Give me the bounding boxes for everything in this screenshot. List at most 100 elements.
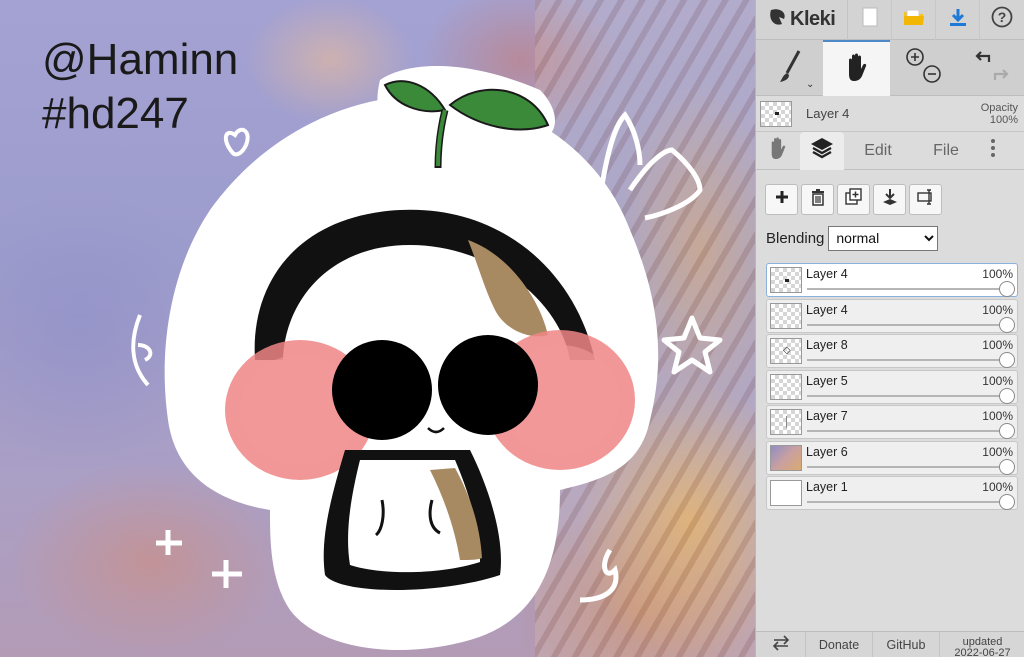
tool-row: ⌄: [756, 40, 1024, 96]
zoom-tool-button[interactable]: [890, 40, 957, 96]
layer-opacity-slider-handle[interactable]: [999, 387, 1015, 404]
brush-tool-button[interactable]: ⌄: [756, 40, 823, 96]
left-eye: [332, 340, 432, 440]
undo-redo-button[interactable]: [957, 40, 1024, 96]
current-layer-info: Layer 4 Opacity 100%: [756, 96, 1024, 132]
layer-row[interactable]: Layer 1 100%: [766, 476, 1018, 510]
delete-layer-icon: [810, 188, 826, 211]
blending-label: Blending: [766, 229, 825, 247]
swap-side-button[interactable]: [756, 631, 806, 657]
delete-layer-button[interactable]: [801, 183, 834, 215]
layer-opacity-value: 100%: [982, 373, 1013, 388]
tab-layers[interactable]: [800, 131, 844, 170]
donate-link[interactable]: Donate: [806, 631, 873, 657]
kleki-logo[interactable]: Kleki: [756, 0, 848, 40]
layer-opacity-value: 100%: [982, 480, 1013, 494]
layer-row[interactable]: Layer 4 100%: [766, 263, 1018, 297]
layer-opacity-slider-track[interactable]: [807, 430, 1003, 432]
watermark-tag: #hd247: [42, 89, 189, 138]
help-icon: ?: [991, 6, 1013, 33]
layer-opacity-slider-handle[interactable]: [999, 352, 1015, 368]
tab-file[interactable]: File: [912, 132, 980, 170]
open-image-button[interactable]: [892, 0, 936, 40]
zoom-icon: [904, 46, 944, 91]
layer-opacity-value: 100%: [982, 338, 1013, 352]
blending-row: Blending normal: [756, 223, 1024, 253]
duplicate-layer-button[interactable]: [837, 183, 870, 215]
drawing-canvas[interactable]: @Haminn #hd247: [0, 0, 755, 657]
rename-layer-button[interactable]: [909, 183, 942, 215]
layer-thumbnail: [770, 302, 802, 329]
layer-thumbnail: [770, 444, 802, 471]
layer-opacity-slider-track[interactable]: [807, 465, 1003, 468]
layer-thumbnail: [770, 409, 802, 435]
layer-opacity-value: 100%: [982, 409, 1013, 423]
help-button[interactable]: ?: [980, 0, 1024, 40]
doodle-plus-1: [156, 530, 182, 555]
app-name: Kleki: [790, 8, 836, 30]
github-link[interactable]: GitHub: [873, 631, 940, 657]
layer-opacity-slider-handle[interactable]: [999, 316, 1015, 333]
layer-thumbnail: [770, 267, 802, 293]
layer-opacity-value: 100%: [982, 302, 1013, 317]
undo-redo-icon: [969, 46, 1013, 91]
layer-opacity-slider-track[interactable]: [807, 323, 1003, 326]
layer-row[interactable]: ◇ Layer 8 100%: [766, 334, 1018, 368]
watermark-handle: @Haminn: [42, 35, 239, 84]
swap-arrows-icon: [771, 635, 791, 654]
chevron-down-icon[interactable]: ⌄: [806, 79, 814, 90]
new-image-button[interactable]: [848, 0, 892, 40]
download-icon: [948, 7, 968, 32]
layer-opacity-slider-handle[interactable]: [999, 281, 1015, 297]
layers-icon: [810, 137, 834, 164]
kleki-logo-icon: [768, 7, 788, 32]
vertical-dots-icon: [990, 138, 996, 163]
blending-mode-select[interactable]: normal: [828, 225, 939, 251]
hand-tool-button[interactable]: [823, 40, 890, 96]
layer-row[interactable]: Layer 6 100%: [766, 440, 1018, 475]
more-menu-button[interactable]: [980, 132, 1006, 170]
merge-down-icon: [881, 188, 899, 211]
add-layer-button[interactable]: [765, 183, 798, 215]
brush-icon: [777, 49, 803, 88]
layer-opacity-slider-track[interactable]: [807, 394, 1003, 397]
save-image-button[interactable]: [936, 0, 980, 40]
rename-layer-icon: [916, 188, 935, 211]
open-folder-icon: [903, 8, 925, 31]
current-layer-name: Layer 4: [806, 106, 850, 121]
doodle-lines: [599, 111, 643, 186]
tab-edit[interactable]: Edit: [844, 132, 912, 170]
layer-opacity-value: 100%: [982, 267, 1013, 281]
layer-opacity-slider-handle[interactable]: [999, 423, 1015, 439]
hand-icon: [767, 136, 789, 165]
updated-info[interactable]: updated 2022-06-27: [940, 632, 1024, 657]
side-panel: Kleki ? ⌄ Layer 4 Opacity 100% Edit File…: [755, 0, 1024, 657]
layer-row[interactable]: Layer 5 100%: [766, 369, 1018, 404]
layer-opacity-slider-track[interactable]: [807, 359, 1003, 361]
layer-thumbnail: ◇: [770, 338, 802, 364]
layer-opacity-slider-track[interactable]: [807, 288, 1003, 290]
layer-row[interactable]: Layer 4 100%: [766, 298, 1018, 333]
layer-opacity-slider-handle[interactable]: [999, 458, 1015, 475]
layer-thumbnail: [770, 373, 802, 400]
duplicate-layer-icon: [844, 187, 863, 211]
layer-row[interactable]: Layer 7 100%: [766, 405, 1018, 439]
doodle-star: [661, 315, 723, 375]
bottom-bar: Donate GitHub updated 2022-06-27: [756, 631, 1024, 657]
tab-hand[interactable]: [756, 132, 800, 170]
hand-icon: [843, 52, 871, 87]
layer-thumbnail: [770, 480, 802, 506]
current-layer-opacity[interactable]: Opacity 100%: [981, 102, 1018, 126]
layer-opacity-slider-track[interactable]: [807, 501, 1003, 503]
doodle-squiggle-left: [131, 314, 153, 387]
right-eye: [438, 335, 538, 435]
layer-actions: [756, 177, 1024, 221]
layer-opacity-value: 100%: [982, 444, 1013, 459]
panel-tabs: Edit File: [756, 131, 1024, 170]
doodle-squiggle-right: [579, 548, 619, 603]
layer-list: Layer 4 100% Layer 4 100% ◇ Layer 8 100% Layer …: [756, 263, 1024, 510]
current-layer-thumbnail: [760, 100, 792, 127]
svg-text:?: ?: [998, 9, 1007, 25]
layer-opacity-slider-handle[interactable]: [999, 494, 1015, 510]
merge-down-button[interactable]: [873, 183, 906, 215]
